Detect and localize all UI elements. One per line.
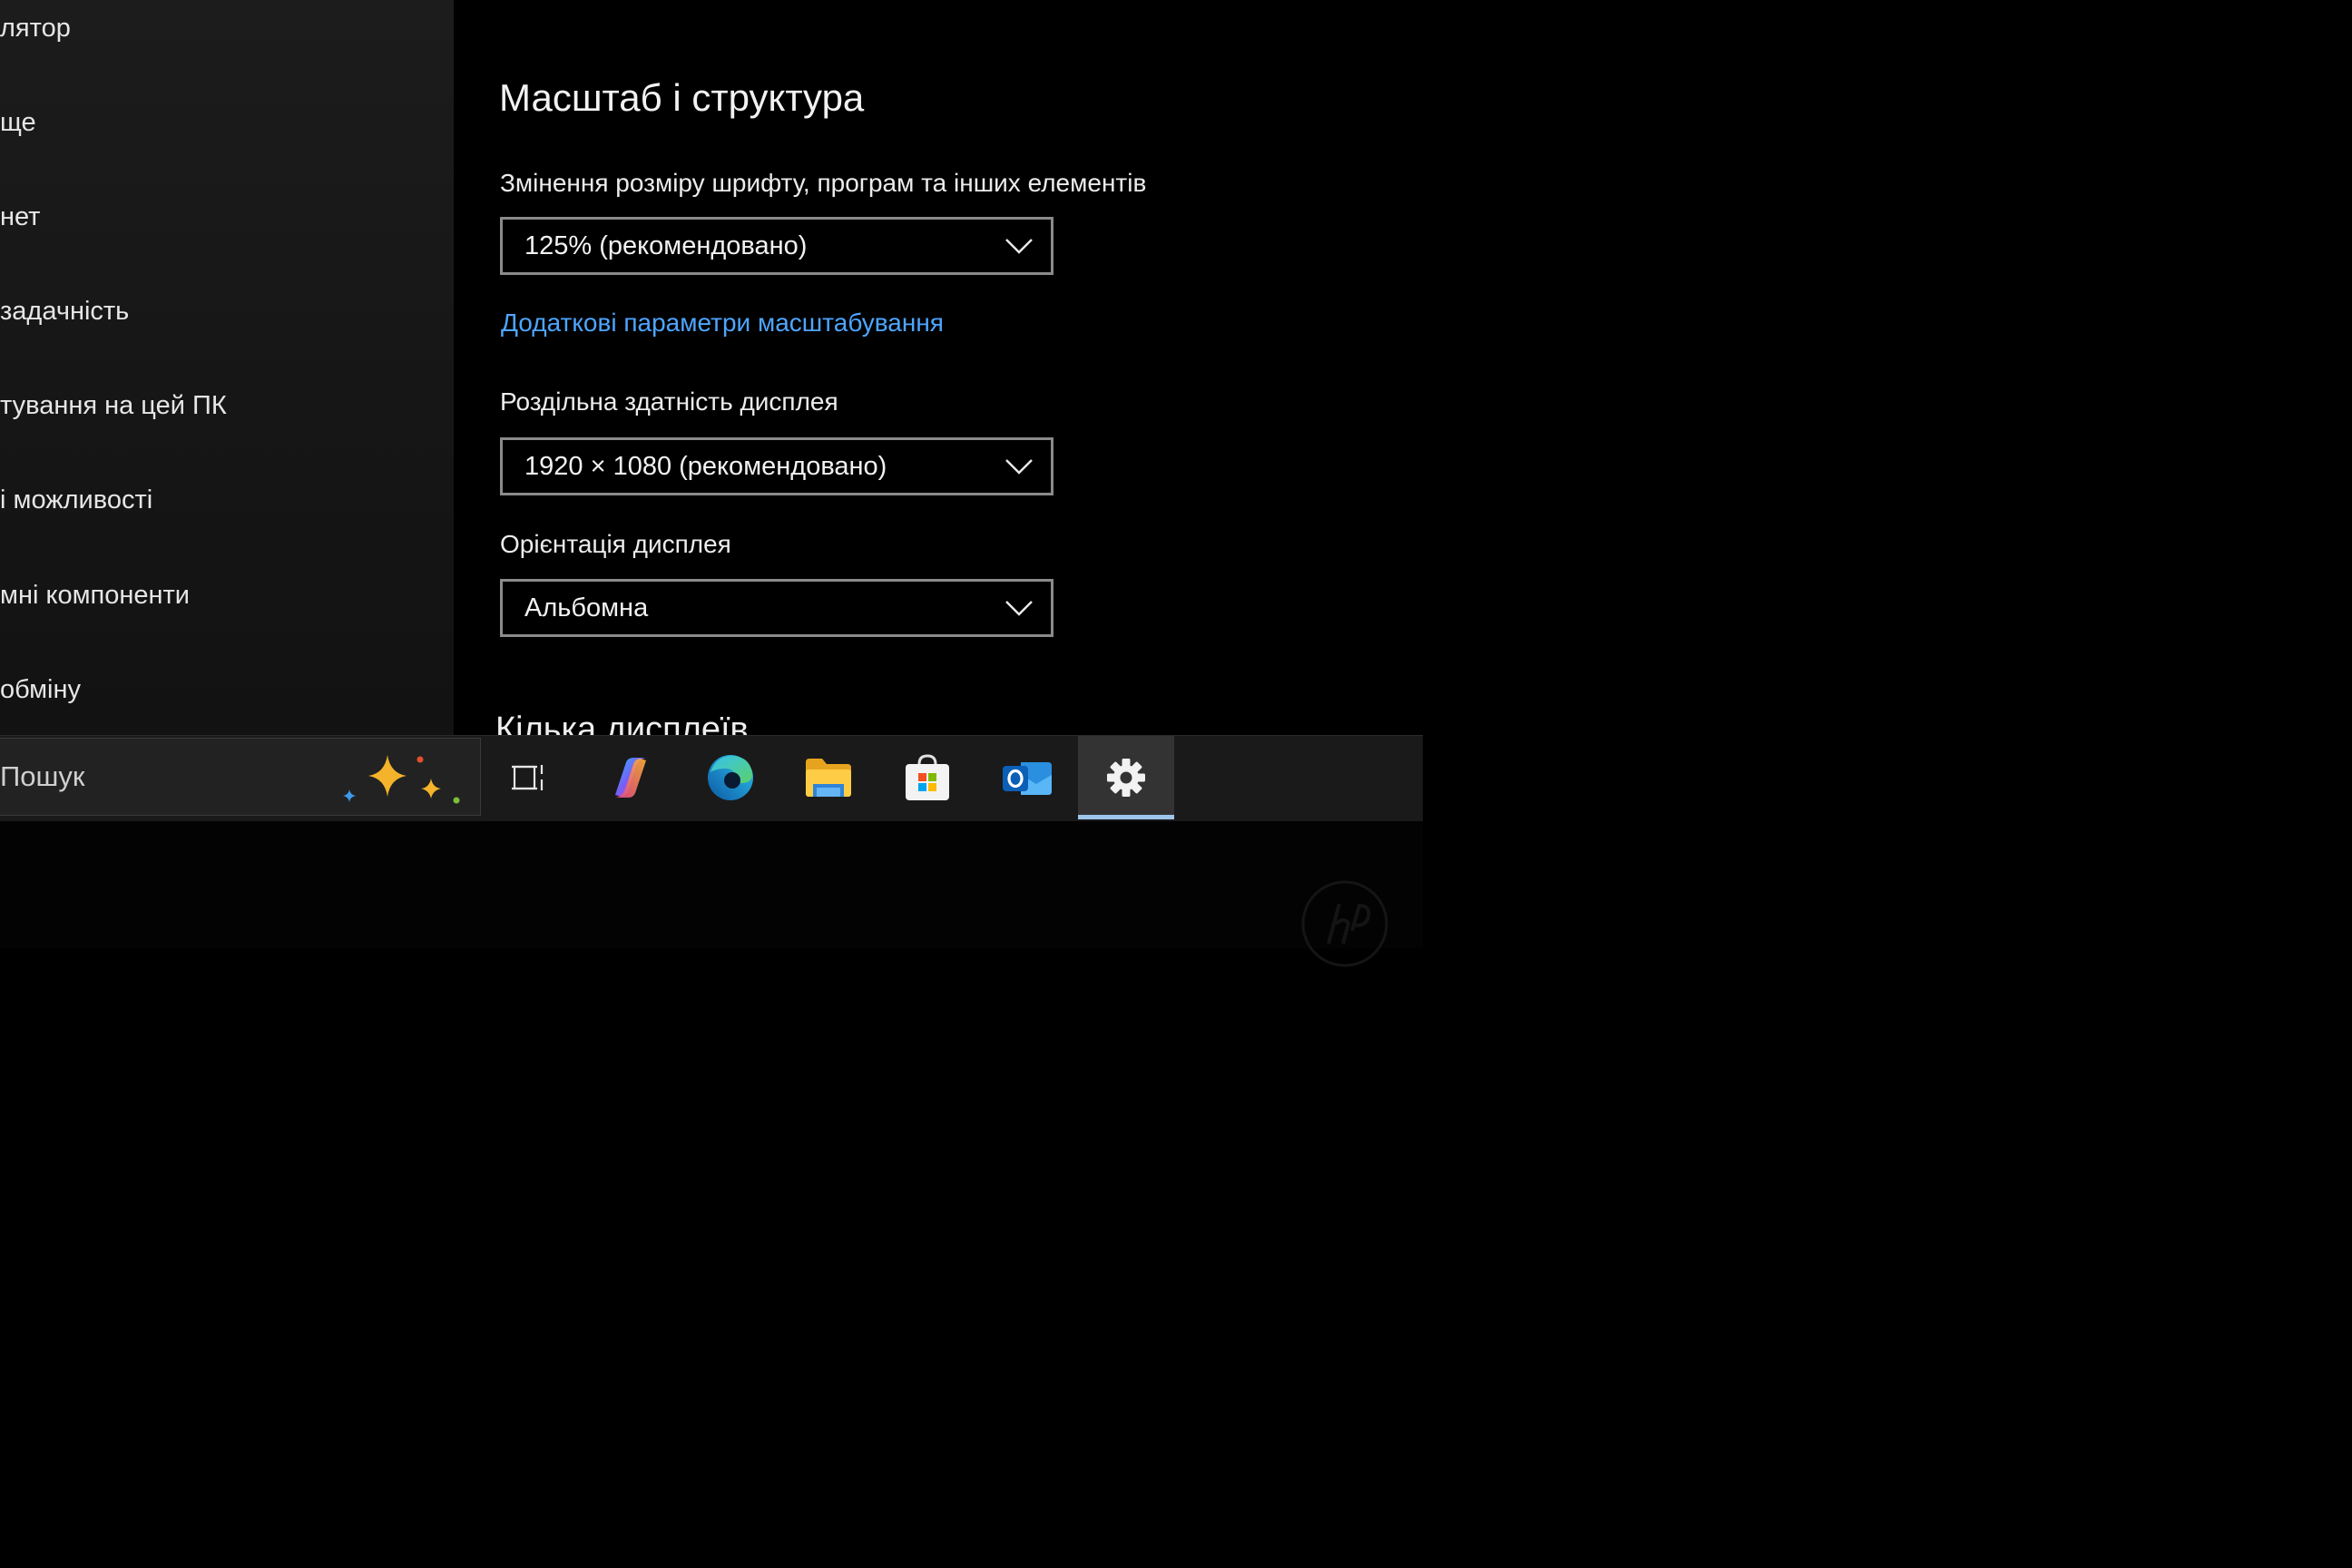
sidebar-item-projecting[interactable]: тування на цей ПК: [0, 390, 227, 421]
task-view-icon: [512, 765, 544, 790]
copilot-icon: [615, 758, 646, 798]
sidebar-item-clipboard-partial[interactable]: лятор: [0, 13, 71, 44]
sidebar-item-clipboard[interactable]: обміну: [0, 674, 81, 705]
multiple-displays-heading: Кілька дисплеїв: [495, 710, 749, 737]
taskbar: Пошук: [0, 735, 1423, 822]
resolution-label: Роздільна здатність дисплея: [500, 387, 838, 416]
orientation-label: Орієнтація дисплея: [500, 530, 731, 558]
settings-icon: [1107, 759, 1145, 797]
orientation-dropdown[interactable]: Альбомна: [500, 579, 1054, 637]
outlook-button[interactable]: [979, 736, 1075, 819]
scale-label: Змінення розміру шрифту, програм та інши…: [500, 169, 1147, 197]
hp-logo-icon: [1301, 880, 1388, 967]
settings-sidebar: лятор ще нет задачність тування на цей П…: [0, 0, 454, 735]
resolution-dropdown-value: 1920 × 1080 (рекомендовано): [524, 451, 887, 481]
sidebar-item-multitasking[interactable]: задачність: [0, 296, 129, 327]
search-placeholder: Пошук: [0, 760, 85, 792]
chevron-down-icon: [1005, 459, 1033, 475]
monitor-bezel: [0, 821, 1423, 948]
advanced-scaling-link[interactable]: Додаткові параметри масштабування: [501, 309, 944, 338]
section-title: Масштаб і структура: [499, 76, 865, 119]
outlook-icon: [1003, 762, 1052, 795]
microsoft-store-icon: [906, 754, 949, 800]
edge-icon: [708, 755, 753, 800]
copilot-button[interactable]: [583, 736, 679, 819]
resolution-dropdown[interactable]: 1920 × 1080 (рекомендовано): [500, 437, 1054, 495]
task-view-button[interactable]: [482, 736, 578, 819]
sidebar-item-shared-experiences[interactable]: і можливості: [0, 485, 152, 515]
scale-dropdown-value: 125% (рекомендовано): [524, 230, 808, 260]
sidebar-item-system-components[interactable]: мні компоненти: [0, 580, 190, 611]
file-explorer-button[interactable]: [780, 736, 877, 819]
chevron-down-icon: [1005, 601, 1033, 616]
sidebar-item-2[interactable]: ще: [0, 107, 36, 138]
orientation-dropdown-value: Альбомна: [524, 593, 649, 622]
copilot-sparkle-icon: [343, 755, 460, 804]
edge-button[interactable]: [682, 736, 779, 819]
settings-taskbar-button[interactable]: [1078, 736, 1174, 819]
chevron-down-icon: [1005, 239, 1033, 254]
microsoft-store-button[interactable]: [879, 736, 975, 819]
file-explorer-icon: [806, 759, 851, 797]
settings-main: Масштаб і структура Змінення розміру шри…: [454, 0, 1423, 737]
scale-dropdown[interactable]: 125% (рекомендовано): [500, 217, 1054, 275]
sidebar-item-3[interactable]: нет: [0, 201, 40, 232]
taskbar-search-box[interactable]: Пошук: [0, 738, 481, 816]
